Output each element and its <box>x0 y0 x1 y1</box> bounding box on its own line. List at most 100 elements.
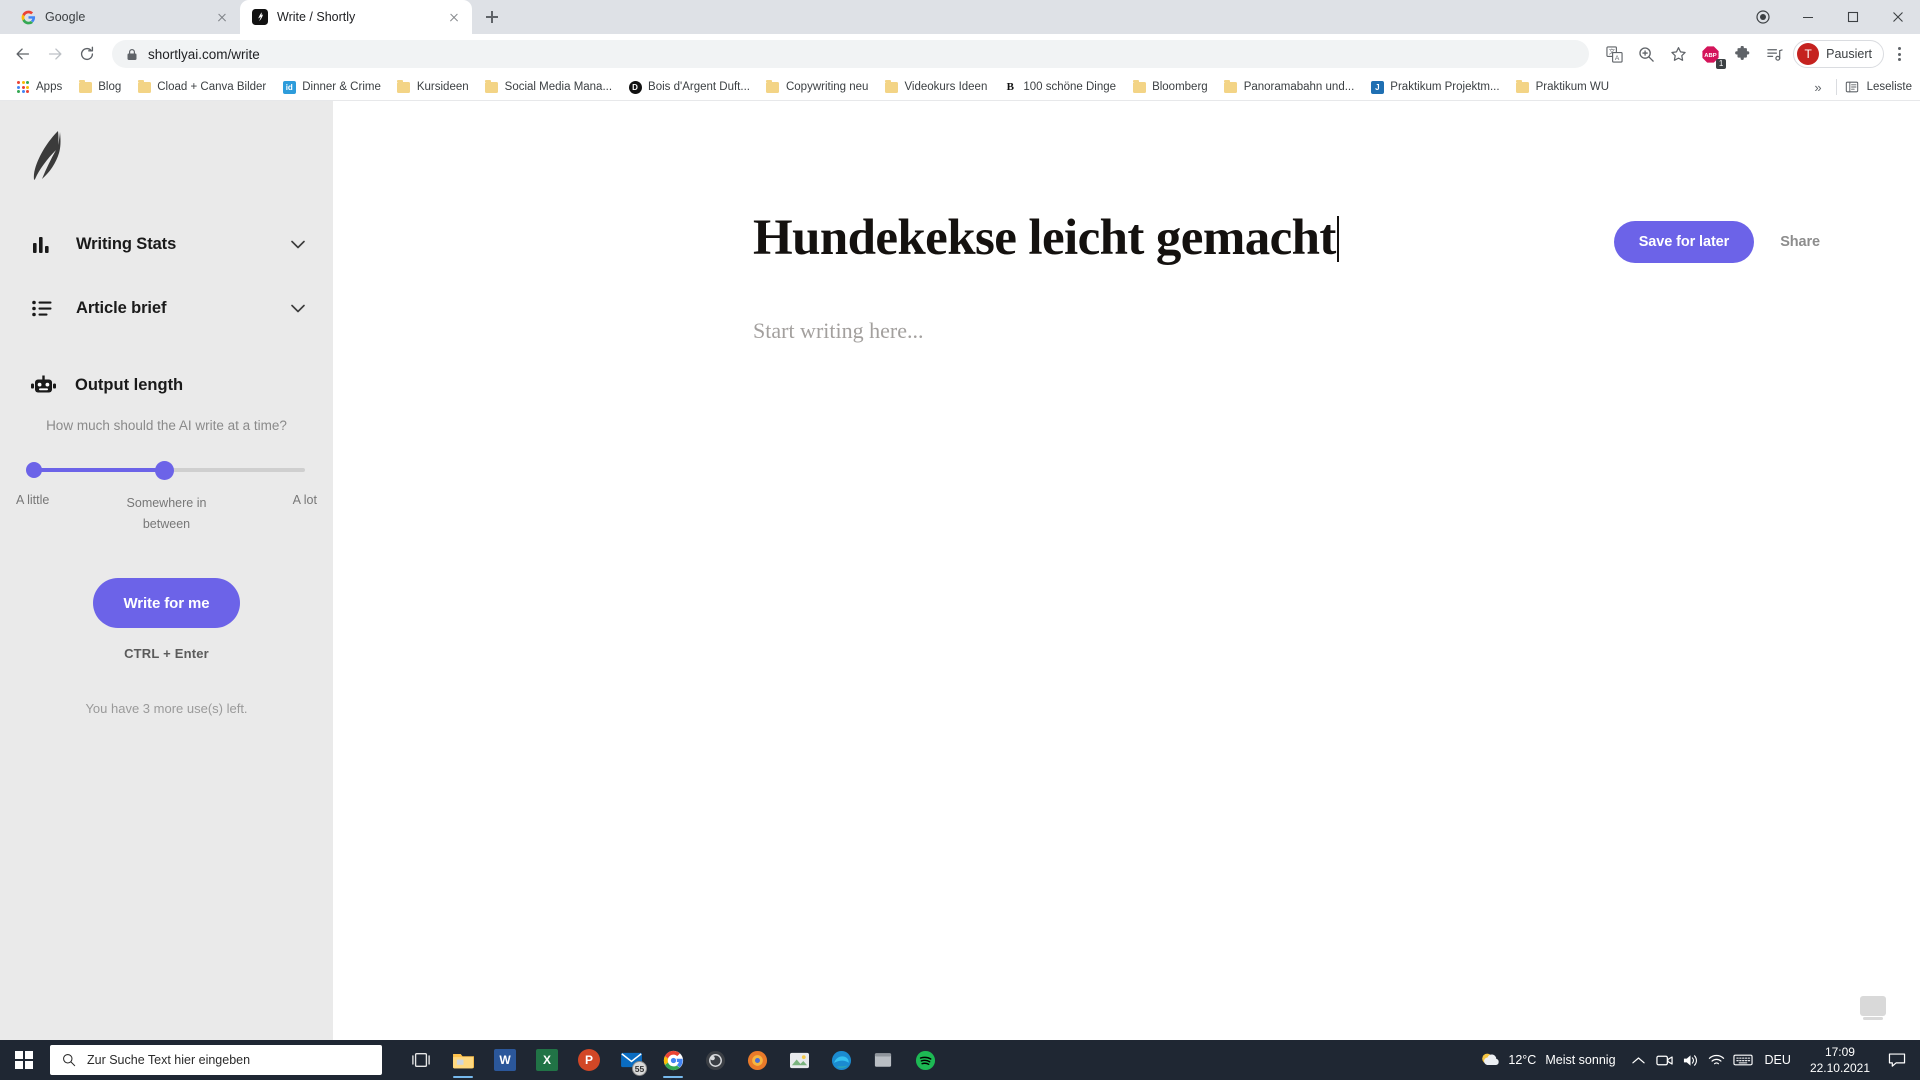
media-icon[interactable] <box>1759 39 1789 69</box>
minimize-button[interactable] <box>1785 0 1830 34</box>
bookmark-videokurs-ideen[interactable]: Videokurs Ideen <box>876 77 995 97</box>
bookmark-praktikum-wu[interactable]: Praktikum WU <box>1508 77 1617 97</box>
notification-icon[interactable] <box>1880 1040 1914 1080</box>
output-length-slider[interactable] <box>0 461 333 480</box>
extensions-icon[interactable] <box>1727 39 1757 69</box>
bookmark-100-schoene-dinge[interactable]: B 100 schöne Dinge <box>995 77 1124 97</box>
bookmark-star-icon[interactable] <box>1663 39 1693 69</box>
sidebar-item-writing-stats[interactable]: Writing Stats <box>0 221 333 267</box>
j-icon: J <box>1370 80 1384 94</box>
browser-tab-shortly[interactable]: Write / Shortly <box>240 0 472 34</box>
share-button[interactable]: Share <box>1780 234 1820 250</box>
clock-date: 22.10.2021 <box>1809 1061 1870 1075</box>
bookmark-blog[interactable]: Blog <box>70 77 129 97</box>
new-tab-button[interactable] <box>478 3 506 31</box>
bookmark-label: Bois d'Argent Duft... <box>648 81 750 93</box>
folder-icon <box>1224 79 1238 94</box>
document-editor[interactable]: Save for later Share Hundekekse leicht g… <box>333 101 1920 1040</box>
sidebar-item-article-brief[interactable]: Article brief <box>0 285 333 331</box>
taskbar-apps: W X P 55 <box>400 1040 946 1080</box>
word-icon[interactable]: W <box>484 1040 526 1080</box>
bookmark-social-media-management[interactable]: Social Media Mana... <box>477 77 620 97</box>
bookmark-copywriting-neu[interactable]: Copywriting neu <box>758 77 876 97</box>
mail-icon[interactable]: 55 <box>610 1040 652 1080</box>
app-logo[interactable] <box>0 129 333 203</box>
output-length-title: Output length <box>75 376 184 394</box>
bookmark-cload-canva-bilder[interactable]: Cload + Canva Bilder <box>129 77 274 97</box>
bookmark-kursideen[interactable]: Kursideen <box>389 77 477 97</box>
photos-icon[interactable] <box>778 1040 820 1080</box>
chevron-down-icon[interactable] <box>291 240 305 249</box>
dior-icon: D <box>628 80 642 94</box>
volume-icon[interactable] <box>1678 1040 1704 1080</box>
windows-logo <box>15 1051 33 1069</box>
translate-icon[interactable]: 文A <box>1599 39 1629 69</box>
address-bar[interactable]: shortlyai.com/write <box>112 40 1590 68</box>
maximize-button[interactable] <box>1830 0 1875 34</box>
file-explorer-icon[interactable] <box>442 1040 484 1080</box>
edge-icon[interactable] <box>820 1040 862 1080</box>
powerpoint-icon[interactable]: P <box>568 1040 610 1080</box>
taskbar-search-input[interactable]: Zur Suche Text hier eingeben <box>50 1045 382 1075</box>
save-for-later-button[interactable]: Save for later <box>1613 221 1755 263</box>
bookmark-label: Dinner & Crime <box>302 81 381 93</box>
start-button[interactable] <box>0 1040 48 1080</box>
browser-toolbar: shortlyai.com/write 文A ABP 1 T Pausiert <box>0 34 1920 74</box>
wifi-icon[interactable] <box>1704 1040 1730 1080</box>
adblock-icon[interactable]: ABP 1 <box>1695 39 1727 69</box>
forward-icon[interactable] <box>40 39 70 69</box>
firefox-icon[interactable] <box>736 1040 778 1080</box>
weather-widget[interactable]: 12°C Meist sonnig <box>1469 1050 1625 1070</box>
slider-fill <box>28 468 161 472</box>
document-title[interactable]: Hundekekse leicht gemacht <box>753 209 1336 268</box>
meet-icon[interactable] <box>1652 1040 1678 1080</box>
bar-chart-icon <box>30 235 54 254</box>
excel-icon[interactable]: X <box>526 1040 568 1080</box>
reading-list-label[interactable]: Leseliste <box>1867 81 1912 93</box>
powerpoint-glyph: P <box>578 1049 600 1071</box>
document-body-placeholder[interactable]: Start writing here... <box>753 318 1920 344</box>
close-icon[interactable] <box>214 9 230 25</box>
slider-track[interactable] <box>26 461 305 480</box>
folder-icon <box>78 79 92 94</box>
keyboard-icon[interactable] <box>1730 1040 1756 1080</box>
reading-list-icon[interactable] <box>1845 80 1859 94</box>
text-cursor <box>1336 216 1339 262</box>
reload-icon[interactable] <box>72 39 102 69</box>
chrome-icon[interactable] <box>652 1040 694 1080</box>
bookmarks-overflow-icon[interactable]: » <box>1808 80 1827 95</box>
spotify-icon[interactable] <box>904 1040 946 1080</box>
write-for-me-button[interactable]: Write for me <box>93 578 240 629</box>
help-widget-icon[interactable] <box>1860 996 1886 1020</box>
chrome-menu-button[interactable] <box>1886 39 1912 69</box>
divider <box>1835 79 1837 95</box>
close-icon[interactable] <box>446 9 462 25</box>
input-language[interactable]: DEU <box>1756 1053 1800 1067</box>
record-indicator-icon[interactable] <box>1740 0 1785 34</box>
window-controls <box>1740 0 1920 34</box>
profile-button[interactable]: T Pausiert <box>1793 40 1884 68</box>
list-icon <box>30 300 54 317</box>
bookmark-panoramabahn[interactable]: Panoramabahn und... <box>1216 77 1363 97</box>
bookmark-bloomberg[interactable]: Bloomberg <box>1124 77 1216 97</box>
bookmark-dinner-crime[interactable]: id Dinner & Crime <box>274 77 389 97</box>
tab-title: Google <box>45 10 86 24</box>
bookmark-label: Praktikum Projektm... <box>1390 81 1500 93</box>
slider-handle[interactable] <box>155 461 175 480</box>
zoom-icon[interactable] <box>1631 39 1661 69</box>
folder-icon <box>485 79 499 94</box>
tray-chevron-up-icon[interactable] <box>1626 1040 1652 1080</box>
chevron-down-icon[interactable] <box>291 304 305 313</box>
bookmark-label: Panoramabahn und... <box>1243 81 1355 93</box>
back-icon[interactable] <box>8 39 38 69</box>
close-window-button[interactable] <box>1875 0 1920 34</box>
bookmark-praktikum-projektm[interactable]: J Praktikum Projektm... <box>1362 77 1507 97</box>
bookmark-bois-dargent-duft[interactable]: D Bois d'Argent Duft... <box>620 77 758 97</box>
app-window-icon[interactable] <box>862 1040 904 1080</box>
clock[interactable]: 17:09 22.10.2021 <box>1800 1044 1880 1076</box>
browser-tab-google[interactable]: Google <box>8 0 240 34</box>
task-view-icon[interactable] <box>400 1040 442 1080</box>
obs-icon[interactable] <box>694 1040 736 1080</box>
bookmark-apps[interactable]: Apps <box>8 77 70 97</box>
folder-icon <box>884 79 898 94</box>
